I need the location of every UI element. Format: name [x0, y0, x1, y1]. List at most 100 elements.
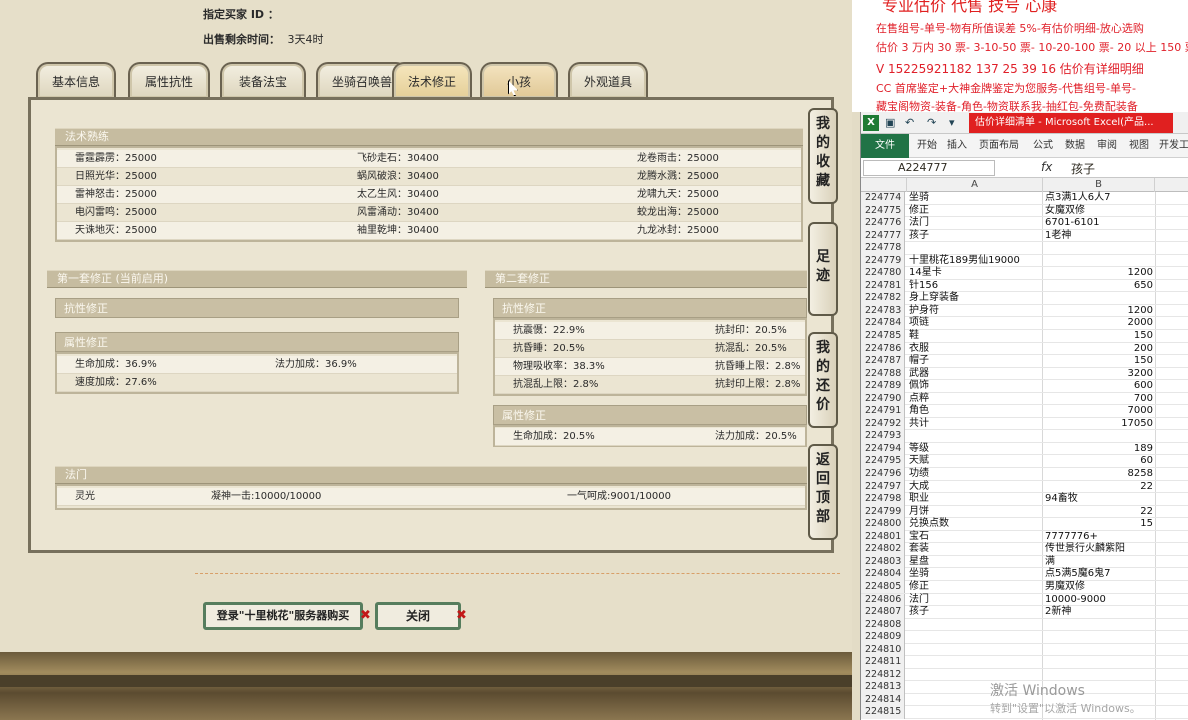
- cell-a[interactable]: 宝石: [907, 531, 1043, 544]
- cell-b[interactable]: 点3满1人6人7: [1043, 192, 1155, 205]
- cell-a[interactable]: 帽子: [907, 355, 1043, 368]
- tab-equipment[interactable]: 装备法宝: [220, 62, 306, 98]
- cell-a[interactable]: 衣服: [907, 343, 1043, 356]
- row-number[interactable]: 224786: [861, 342, 905, 356]
- cell-a[interactable]: 职业: [907, 493, 1043, 506]
- redo-icon[interactable]: ↷: [927, 116, 936, 129]
- row-number[interactable]: 224778: [861, 242, 905, 255]
- cell-a[interactable]: 月饼: [907, 506, 1043, 519]
- cell-b[interactable]: 满: [1043, 556, 1155, 569]
- cell-a[interactable]: 武器: [907, 368, 1043, 381]
- tab-attributes[interactable]: 属性抗性: [128, 62, 210, 98]
- save-icon[interactable]: ▣: [885, 116, 895, 129]
- row-number[interactable]: 224808: [861, 618, 905, 632]
- row-number[interactable]: 224800: [861, 518, 905, 531]
- row-number[interactable]: 224809: [861, 631, 905, 644]
- row-number[interactable]: 224814: [861, 693, 905, 707]
- close-button[interactable]: 关闭: [375, 602, 461, 630]
- my-favorites-button[interactable]: 我的收藏: [808, 108, 838, 204]
- row-number[interactable]: 224806: [861, 593, 905, 606]
- tab-appearance[interactable]: 外观道具: [568, 62, 648, 98]
- cell-b[interactable]: 22: [1043, 481, 1155, 494]
- cell-a[interactable]: 14星卡: [907, 267, 1043, 280]
- excel-app-icon[interactable]: X: [863, 115, 879, 131]
- cell-a[interactable]: 点粹: [907, 393, 1043, 406]
- cell-a[interactable]: 天赋: [907, 455, 1043, 468]
- cell-b[interactable]: 15: [1043, 518, 1155, 531]
- row-number[interactable]: 224774: [861, 192, 905, 205]
- cell-b[interactable]: 600: [1043, 380, 1155, 393]
- row-number[interactable]: 224807: [861, 606, 905, 619]
- cell-a[interactable]: 大成: [907, 481, 1043, 494]
- row-number[interactable]: 224782: [861, 292, 905, 305]
- tab-file[interactable]: 文件: [861, 134, 909, 158]
- row-number[interactable]: 224795: [861, 455, 905, 468]
- tab-insert[interactable]: 插入: [947, 134, 967, 158]
- row-number[interactable]: 224811: [861, 656, 905, 669]
- row-number[interactable]: 224812: [861, 668, 905, 682]
- row-number[interactable]: 224815: [861, 706, 905, 719]
- cell-a[interactable]: 坐骑: [907, 192, 1043, 205]
- tab-child[interactable]: 小孩: [480, 62, 558, 98]
- cell-a[interactable]: 法门: [907, 594, 1043, 607]
- row-number[interactable]: 224785: [861, 330, 905, 343]
- name-box[interactable]: A224777: [863, 160, 995, 176]
- cell-a[interactable]: 佩饰: [907, 380, 1043, 393]
- cell-a[interactable]: 角色: [907, 405, 1043, 418]
- cell-b[interactable]: 10000-9000: [1043, 594, 1155, 607]
- cell-b[interactable]: 700: [1043, 393, 1155, 406]
- row-number[interactable]: 224793: [861, 430, 905, 443]
- cell-b[interactable]: 1200: [1043, 267, 1155, 280]
- tab-formulas[interactable]: 公式: [1033, 134, 1053, 158]
- cell-b[interactable]: 男魔双修: [1043, 581, 1155, 594]
- tab-data[interactable]: 数据: [1065, 134, 1085, 158]
- tab-review[interactable]: 审阅: [1097, 134, 1117, 158]
- cell-b[interactable]: 150: [1043, 330, 1155, 343]
- column-header-b[interactable]: B: [1043, 178, 1155, 192]
- tab-page-layout[interactable]: 页面布局: [979, 134, 1019, 158]
- cell-a[interactable]: 护身符: [907, 305, 1043, 318]
- tab-home[interactable]: 开始: [917, 134, 937, 158]
- cell-a[interactable]: 共计: [907, 418, 1043, 431]
- row-number[interactable]: 224805: [861, 580, 905, 594]
- cell-b[interactable]: 2000: [1043, 317, 1155, 330]
- cell-b[interactable]: 传世景行火麟紫阳: [1043, 543, 1155, 556]
- row-number[interactable]: 224776: [861, 217, 905, 230]
- cell-b[interactable]: 189: [1043, 443, 1155, 456]
- cell-a[interactable]: 兑换点数: [907, 518, 1043, 531]
- cell-a[interactable]: 星盘: [907, 556, 1043, 569]
- row-number[interactable]: 224775: [861, 204, 905, 218]
- cell-b[interactable]: 60: [1043, 455, 1155, 468]
- cell-a[interactable]: 修正: [907, 581, 1043, 594]
- row-number[interactable]: 224799: [861, 505, 905, 519]
- row-number[interactable]: 224784: [861, 317, 905, 330]
- cell-b[interactable]: 150: [1043, 355, 1155, 368]
- my-counteroffer-button[interactable]: 我的还价: [808, 332, 838, 428]
- cell-a[interactable]: 坐骑: [907, 568, 1043, 581]
- row-number[interactable]: 224787: [861, 355, 905, 368]
- formula-input[interactable]: 孩子: [1071, 160, 1095, 177]
- row-number[interactable]: 224797: [861, 480, 905, 494]
- cell-b[interactable]: 22: [1043, 506, 1155, 519]
- row-number[interactable]: 224788: [861, 367, 905, 381]
- row-number[interactable]: 224790: [861, 392, 905, 406]
- cell-b[interactable]: 3200: [1043, 368, 1155, 381]
- cell-b[interactable]: 200: [1043, 343, 1155, 356]
- row-number[interactable]: 224810: [861, 643, 905, 657]
- cell-a[interactable]: 孩子: [907, 230, 1043, 243]
- tab-view[interactable]: 视图: [1129, 134, 1149, 158]
- cell-b[interactable]: 17050: [1043, 418, 1155, 431]
- row-number[interactable]: 224780: [861, 267, 905, 280]
- login-server-buy-button[interactable]: 登录"十里桃花"服务器购买: [203, 602, 363, 630]
- row-number[interactable]: 224792: [861, 417, 905, 431]
- row-number[interactable]: 224794: [861, 442, 905, 456]
- cell-a[interactable]: 针156: [907, 280, 1043, 293]
- cell-b[interactable]: 1200: [1043, 305, 1155, 318]
- tab-spell-correction[interactable]: 法术修正: [392, 62, 472, 98]
- cell-b[interactable]: 94畜牧: [1043, 493, 1155, 506]
- tab-basic-info[interactable]: 基本信息: [36, 62, 116, 98]
- row-number[interactable]: 224796: [861, 468, 905, 481]
- cell-a[interactable]: 套装: [907, 543, 1043, 556]
- row-number[interactable]: 224777: [861, 229, 905, 243]
- cell-b[interactable]: 女魔双修: [1043, 205, 1155, 218]
